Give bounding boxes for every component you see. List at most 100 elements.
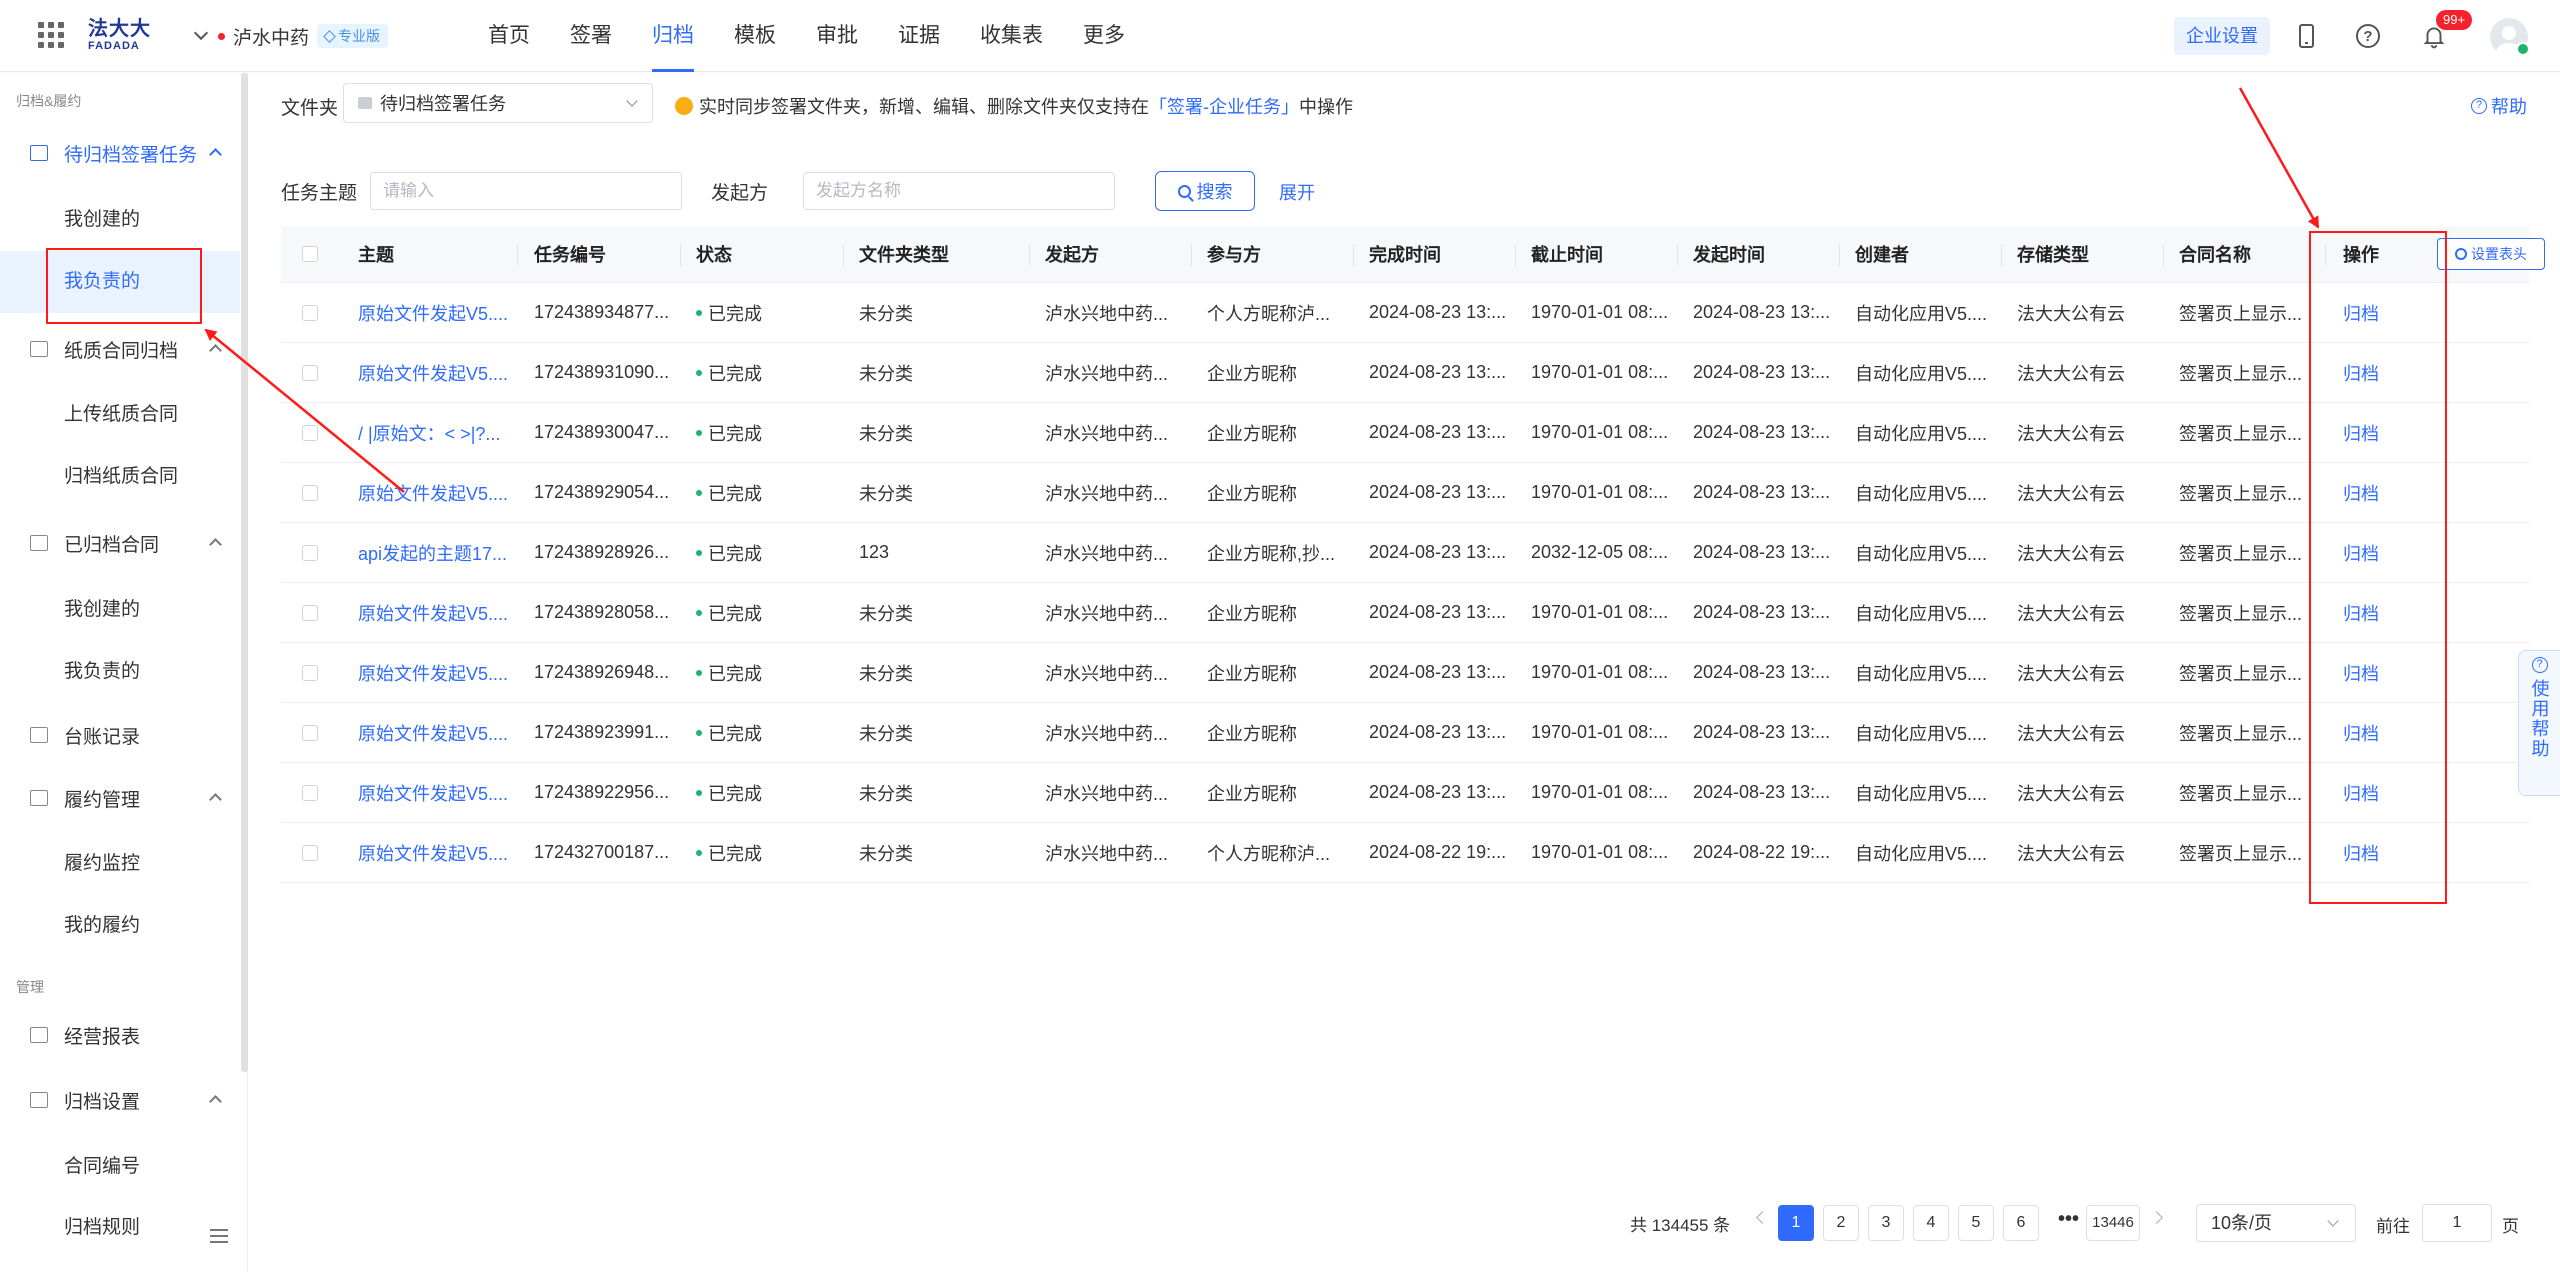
row-checkbox[interactable]: [302, 784, 318, 801]
sidebar-item-my-perf[interactable]: 我的履约: [0, 895, 240, 957]
page-1[interactable]: 1: [1778, 1205, 1814, 1241]
row-creator: 自动化应用V5....: [1855, 783, 1988, 804]
subject-input[interactable]: [370, 172, 682, 210]
row-select-cell[interactable]: [302, 343, 318, 402]
folder-select[interactable]: 待归档签署任务: [343, 83, 653, 123]
sidebar-item-archive-rules[interactable]: 归档规则: [0, 1197, 240, 1259]
collapse-sidebar-icon[interactable]: [210, 1229, 228, 1243]
row-select-cell[interactable]: [302, 583, 318, 642]
row-checkbox[interactable]: [302, 424, 318, 441]
row-checkbox[interactable]: [302, 664, 318, 681]
sidebar-item-upload-paper[interactable]: 上传纸质合同: [0, 384, 240, 446]
nav-home[interactable]: 首页: [488, 0, 530, 72]
select-all-checkbox[interactable]: [302, 246, 318, 262]
sidebar-group-paper[interactable]: 纸质合同归档: [30, 331, 222, 367]
row-subject-link[interactable]: 原始文件发起V5....: [358, 763, 508, 822]
row-select-cell[interactable]: [302, 463, 318, 522]
row-subject-link[interactable]: 原始文件发起V5....: [358, 643, 508, 702]
initiator-input[interactable]: [803, 172, 1115, 210]
sidebar-item-perf-monitor[interactable]: 履约监控: [0, 833, 240, 895]
page-size-select[interactable]: 10条/页: [2196, 1204, 2356, 1242]
page-4[interactable]: 4: [1913, 1205, 1949, 1241]
select-all-cell[interactable]: [302, 226, 318, 282]
row-subject-link[interactable]: / |原始文：< >|?...: [358, 403, 500, 462]
row-select-cell[interactable]: [302, 403, 318, 462]
sidebar-item-archived-responsible[interactable]: 我负责的: [0, 641, 240, 703]
sidebar-item-ledger[interactable]: 台账记录: [30, 717, 220, 753]
nav-collection[interactable]: 收集表: [980, 0, 1043, 72]
row-checkbox[interactable]: [302, 304, 318, 321]
search-button[interactable]: 搜索: [1155, 171, 1255, 211]
row-subject-link[interactable]: 原始文件发起V5....: [358, 283, 508, 342]
row-initiator: 泸水兴地中药...: [1045, 423, 1169, 444]
page-ellipsis[interactable]: •••: [2058, 1208, 2079, 1231]
edition-badge: 专业版: [317, 24, 389, 48]
nav-approval[interactable]: 审批: [816, 0, 858, 72]
row-checkbox[interactable]: [302, 364, 318, 381]
sidebar-group-settings[interactable]: 归档设置: [30, 1082, 222, 1118]
row-select-cell[interactable]: [302, 643, 318, 702]
row-subject-link[interactable]: api发起的主题17...: [358, 523, 507, 582]
nav-sign[interactable]: 签署: [570, 0, 612, 72]
row-select-cell[interactable]: [302, 523, 318, 582]
col-folder-type: 文件夹类型: [859, 245, 949, 265]
sidebar-group-label: 待归档签署任务: [64, 144, 198, 166]
app-launcher-icon[interactable]: [38, 22, 64, 48]
tip-link[interactable]: 「签署-企业任务」: [1149, 93, 1299, 119]
row-subject-link[interactable]: 原始文件发起V5....: [358, 583, 508, 642]
row-subject-link[interactable]: 原始文件发起V5....: [358, 463, 508, 522]
goto-page-input[interactable]: 1: [2422, 1204, 2492, 1242]
set-columns-button[interactable]: 设置表头: [2437, 238, 2545, 270]
status-text: 已完成: [708, 363, 762, 384]
row-select-cell[interactable]: [302, 763, 318, 822]
sidebar-group-label: 已归档合同: [64, 534, 160, 556]
nav-evidence[interactable]: 证据: [898, 0, 940, 72]
row-subject-link[interactable]: 原始文件发起V5....: [358, 343, 508, 402]
page-5[interactable]: 5: [1958, 1205, 1994, 1241]
nav-more[interactable]: 更多: [1083, 0, 1125, 72]
chevron-up-icon: [209, 538, 222, 551]
sidebar-group-archived[interactable]: 已归档合同: [30, 525, 222, 561]
page-2[interactable]: 2: [1823, 1205, 1859, 1241]
enterprise-settings-button[interactable]: 企业设置: [2174, 17, 2270, 55]
expand-filters-link[interactable]: 展开: [1279, 179, 1315, 205]
nav-archive[interactable]: 归档: [652, 0, 694, 72]
page-6[interactable]: 6: [2003, 1205, 2039, 1241]
row-checkbox[interactable]: [302, 844, 318, 861]
sidebar-item-archived-created[interactable]: 我创建的: [0, 579, 240, 641]
status-text: 已完成: [708, 663, 762, 684]
mobile-icon[interactable]: [2290, 20, 2322, 52]
row-subject-link[interactable]: 原始文件发起V5....: [358, 703, 508, 762]
sidebar-group-performance[interactable]: 履约管理: [30, 780, 222, 816]
row-select-cell[interactable]: [302, 283, 318, 342]
edition-label: 专业版: [338, 28, 381, 44]
org-switcher[interactable]: 泸水中药 专业版: [193, 22, 389, 50]
row-checkbox[interactable]: [302, 724, 318, 741]
row-task-no: 172438928926...: [534, 542, 670, 562]
row-select-cell[interactable]: [302, 823, 318, 882]
row-folder-type: 未分类: [859, 603, 913, 624]
org-name: 泸水中药: [233, 27, 310, 49]
row-checkbox[interactable]: [302, 604, 318, 621]
row-select-cell[interactable]: [302, 703, 318, 762]
sidebar-scrollbar[interactable]: [241, 73, 248, 1072]
sidebar-item-pending-created[interactable]: 我创建的: [0, 189, 240, 251]
sidebar-group-label: 经营报表: [64, 1026, 141, 1048]
floating-help-tab[interactable]: ? 使用帮助: [2518, 650, 2560, 796]
row-checkbox[interactable]: [302, 544, 318, 561]
page-3[interactable]: 3: [1868, 1205, 1904, 1241]
row-storage: 法大大公有云: [2017, 543, 2125, 564]
row-checkbox[interactable]: [302, 484, 318, 501]
sidebar-group-pending[interactable]: 待归档签署任务: [30, 135, 222, 171]
page-last[interactable]: 13446: [2086, 1205, 2140, 1241]
nav-template[interactable]: 模板: [734, 0, 776, 72]
help-link[interactable]: ? 帮助: [2471, 93, 2527, 119]
logo[interactable]: 法大大 FADADA: [88, 17, 152, 57]
row-subject-link[interactable]: 原始文件发起V5....: [358, 823, 508, 882]
row-completed-time: 2024-08-23 13:...: [1369, 362, 1507, 382]
sidebar-item-reports[interactable]: 经营报表: [30, 1017, 220, 1053]
sidebar-item-archive-paper[interactable]: 归档纸质合同: [0, 446, 240, 508]
sidebar-item-contract-number[interactable]: 合同编号: [0, 1136, 240, 1198]
row-initiator: 泸水兴地中药...: [1045, 543, 1169, 564]
help-icon[interactable]: ?: [2352, 20, 2384, 52]
